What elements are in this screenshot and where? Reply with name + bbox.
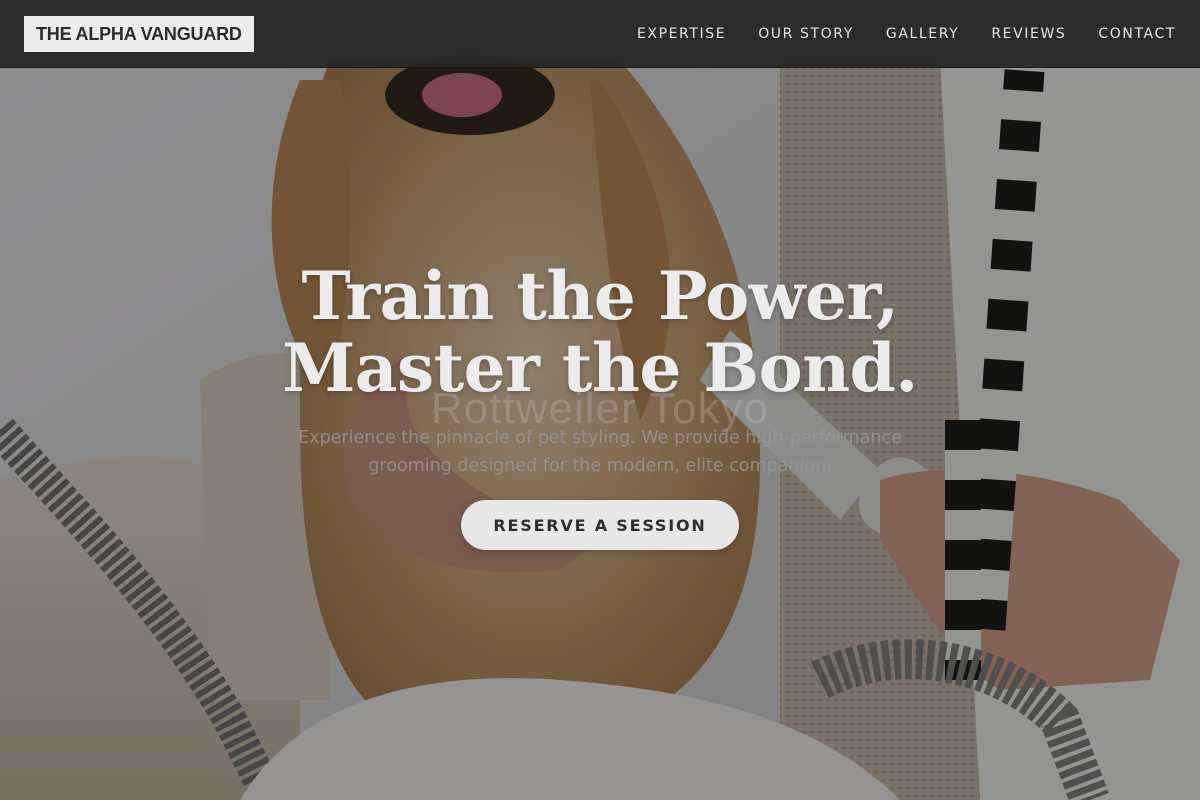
- nav-link-gallery[interactable]: GALLERY: [886, 26, 959, 42]
- nav-item-reviews: REVIEWS: [991, 25, 1066, 43]
- hero-subtitle: Experience the pinnacle of pet styling. …: [298, 428, 902, 476]
- hero-headline: Train the Power, Master the Bond.: [0, 260, 1200, 404]
- landing-page: THE ALPHA VANGUARD EXPERTISE OUR STORY G…: [0, 0, 1200, 800]
- reserve-session-button[interactable]: RESERVE A SESSION: [461, 500, 739, 550]
- nav-item-gallery: GALLERY: [886, 25, 959, 43]
- brand-logo[interactable]: THE ALPHA VANGUARD: [24, 16, 254, 52]
- nav-item-contact: CONTACT: [1098, 25, 1176, 43]
- nav-link-expertise[interactable]: EXPERTISE: [637, 26, 726, 42]
- nav-link-reviews[interactable]: REVIEWS: [991, 26, 1066, 42]
- nav-menu: EXPERTISE OUR STORY GALLERY REVIEWS CONT…: [637, 0, 1176, 68]
- nav-item-our-story: OUR STORY: [758, 25, 854, 43]
- hero-section: Rottweiler Tokyo Train the Power, Master…: [0, 260, 1200, 550]
- top-navigation-bar: THE ALPHA VANGUARD EXPERTISE OUR STORY G…: [0, 0, 1200, 68]
- nav-item-expertise: EXPERTISE: [637, 25, 726, 43]
- nav-link-our-story[interactable]: OUR STORY: [758, 26, 854, 42]
- nav-link-contact[interactable]: CONTACT: [1098, 26, 1176, 42]
- hero-headline-line-1: Train the Power,: [301, 257, 899, 335]
- hero-headline-line-2: Master the Bond.: [282, 329, 918, 407]
